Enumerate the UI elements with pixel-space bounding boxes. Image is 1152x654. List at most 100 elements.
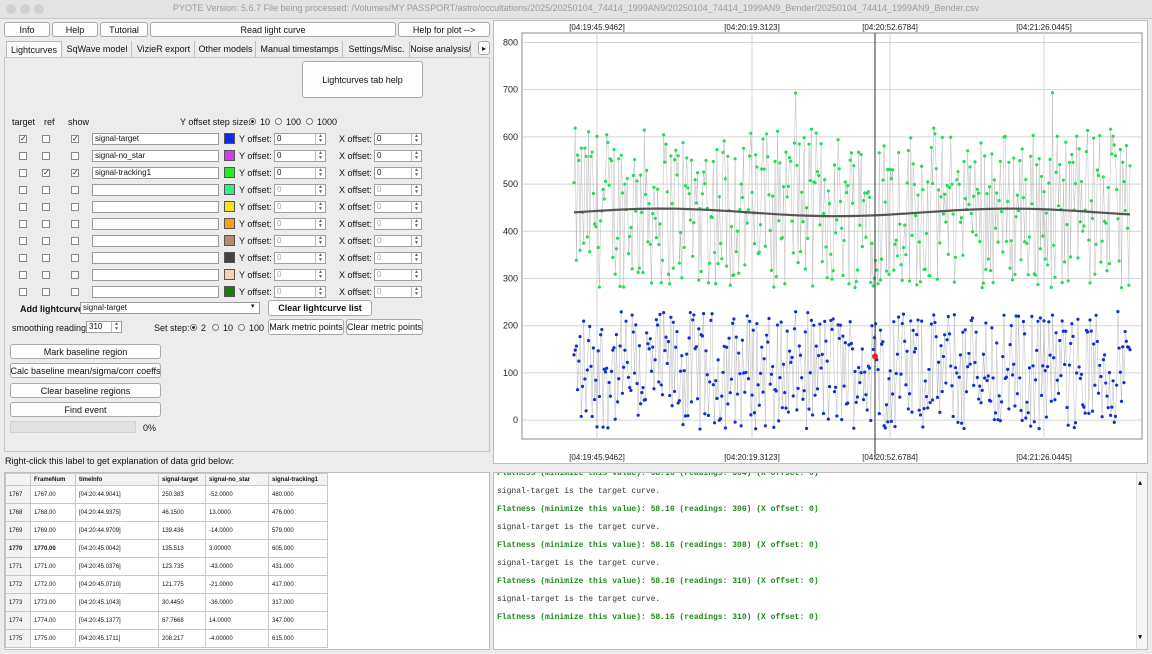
ref-checkbox[interactable] <box>42 271 50 279</box>
curve-color-swatch[interactable] <box>224 201 235 212</box>
stepper-arrows-icon[interactable]: ▲ ▼ <box>315 168 325 178</box>
x-offset-stepper[interactable]: 0 ▲ ▼ <box>374 184 422 196</box>
tabs-scroll-right-button[interactable]: ▸ <box>478 41 490 55</box>
mark-metric-points-button[interactable]: Mark metric points <box>268 319 344 335</box>
tab-manual-timestamps[interactable]: Manual timestamps <box>257 41 343 57</box>
stepper-arrows-icon[interactable]: ▲ ▼ <box>411 236 421 246</box>
stepper-arrows-icon[interactable]: ▲ ▼ <box>315 287 325 297</box>
stepper-arrows-icon[interactable]: ▲ ▼ <box>411 253 421 263</box>
stepper-arrows-icon[interactable]: ▲ ▼ <box>411 287 421 297</box>
grid-column-header[interactable]: timeInfo <box>75 473 159 486</box>
tab-other-models[interactable]: Other models <box>196 41 256 57</box>
curve-name-field[interactable] <box>92 201 219 213</box>
grid-cell[interactable]: 1775.00 <box>30 629 76 648</box>
tab-vizier-export[interactable]: VizieR export <box>133 41 195 57</box>
target-checkbox[interactable] <box>19 271 27 279</box>
ref-checkbox[interactable] <box>42 237 50 245</box>
table-row[interactable]: 1769 1769.00 [04:20:44.9709] 139.436 -14.000… <box>5 521 328 540</box>
stepper-arrows-icon[interactable]: ▲ ▼ <box>411 202 421 212</box>
y-offset-stepper[interactable]: 0 ▲ ▼ <box>274 150 326 162</box>
x-offset-stepper[interactable]: 0 ▲ ▼ <box>374 252 422 264</box>
grid-cell[interactable]: [04:20:44.9041] <box>75 485 159 504</box>
ref-checkbox[interactable] <box>42 220 50 228</box>
grid-cell[interactable]: 476.000 <box>268 503 328 522</box>
y-offset-stepper[interactable]: 0 ▲ ▼ <box>274 235 326 247</box>
show-checkbox[interactable] <box>71 220 79 228</box>
stepper-arrows-icon[interactable]: ▲ ▼ <box>315 219 325 229</box>
step-1000-radio[interactable] <box>306 118 313 125</box>
grid-cell[interactable]: [04:20:45.1377] <box>75 611 159 630</box>
grid-cell[interactable]: 317.000 <box>268 593 328 612</box>
grid-cell[interactable]: 208.217 <box>158 629 206 648</box>
grid-cell[interactable]: 605.000 <box>268 539 328 558</box>
info-button[interactable]: Info <box>4 22 50 37</box>
lightcurves-tab-help-button[interactable]: Lightcurves tab help <box>302 61 423 98</box>
target-checkbox[interactable] <box>19 152 27 160</box>
curve-name-field[interactable] <box>92 218 219 230</box>
grid-cell[interactable]: -14.0000 <box>205 521 269 540</box>
grid-column-header[interactable]: FrameNum <box>30 473 76 486</box>
stepper-arrows-icon[interactable]: ▲ ▼ <box>315 202 325 212</box>
grid-cell[interactable]: 139.436 <box>158 521 206 540</box>
grid-cell[interactable]: [04:20:45.1043] <box>75 593 159 612</box>
grid-cell[interactable]: 480.000 <box>268 485 328 504</box>
curve-name-field[interactable]: signal-no_star <box>92 150 219 162</box>
lightcurve-plot[interactable]: 0 100 200 300 400 500 600 700 800 [04:19:45.9462]… <box>494 21 1147 463</box>
step-10-radio[interactable] <box>249 118 256 125</box>
stepper-arrows-icon[interactable]: ▲ ▼ <box>315 185 325 195</box>
show-checkbox[interactable] <box>71 237 79 245</box>
tab-settings-misc[interactable]: Settings/Misc. <box>344 41 410 57</box>
grid-cell[interactable]: 3.00000 <box>205 539 269 558</box>
target-checkbox[interactable] <box>19 237 27 245</box>
x-offset-stepper[interactable]: 0 ▲ ▼ <box>374 167 422 179</box>
help-for-plot-button[interactable]: Help for plot --> <box>398 22 490 37</box>
stepper-arrows-icon[interactable]: ▲ ▼ <box>111 322 121 332</box>
grid-cell[interactable]: 431.000 <box>268 557 328 576</box>
x-offset-stepper[interactable]: 0 ▲ ▼ <box>374 218 422 230</box>
grid-cell[interactable]: 1770 <box>5 539 31 558</box>
clear-lightcurve-list-button[interactable]: Clear lightcurve list <box>268 300 372 316</box>
grid-cell[interactable]: [04:20:45.0710] <box>75 575 159 594</box>
table-row[interactable]: 1775 1775.00 [04:20:45.1711] 208.217 -4.0000… <box>5 629 328 648</box>
curve-name-field[interactable] <box>92 184 219 196</box>
stepper-arrows-icon[interactable]: ▲ ▼ <box>411 185 421 195</box>
curve-color-swatch[interactable] <box>224 184 235 195</box>
x-offset-stepper[interactable]: 0 ▲ ▼ <box>374 201 422 213</box>
ref-checkbox[interactable] <box>42 203 50 211</box>
x-offset-stepper[interactable]: 0 ▲ ▼ <box>374 133 422 145</box>
grid-cell[interactable]: 46.1500 <box>158 503 206 522</box>
table-row[interactable]: 1770 1770.00 [04:20:45.0042] 135.513 3.00000… <box>5 539 328 558</box>
stepper-arrows-icon[interactable]: ▲ ▼ <box>315 151 325 161</box>
grid-cell[interactable]: 14.0000 <box>205 611 269 630</box>
table-row[interactable]: 1768 1768.00 [04:20:44.9375] 46.1500 13.0000… <box>5 503 328 522</box>
y-offset-stepper[interactable]: 0 ▲ ▼ <box>274 218 326 230</box>
grid-cell[interactable]: 1774.00 <box>30 611 76 630</box>
grid-cell[interactable]: 1772.00 <box>30 575 76 594</box>
ref-checkbox[interactable]: ✓ <box>42 169 50 177</box>
target-checkbox[interactable]: ✓ <box>19 135 27 143</box>
tab-sqwave-model[interactable]: SqWave model <box>63 41 132 57</box>
curve-color-swatch[interactable] <box>224 218 235 229</box>
clear-metric-points-button[interactable]: Clear metric points <box>346 319 423 335</box>
grid-cell[interactable]: 67.7668 <box>158 611 206 630</box>
stepper-arrows-icon[interactable]: ▲ ▼ <box>315 270 325 280</box>
curve-color-swatch[interactable] <box>224 286 235 297</box>
curve-name-field[interactable] <box>92 252 219 264</box>
x-offset-stepper[interactable]: 0 ▲ ▼ <box>374 286 422 298</box>
y-offset-stepper[interactable]: 0 ▲ ▼ <box>274 133 326 145</box>
grid-cell[interactable]: 121.775 <box>158 575 206 594</box>
grid-cell[interactable]: 13.0000 <box>205 503 269 522</box>
target-checkbox[interactable] <box>19 203 27 211</box>
mark-baseline-region-button[interactable]: Mark baseline region <box>10 344 161 359</box>
curve-color-swatch[interactable] <box>224 167 235 178</box>
table-row[interactable]: 1772 1772.00 [04:20:45.0710] 121.775 -21.000… <box>5 575 328 594</box>
curve-color-swatch[interactable] <box>224 150 235 161</box>
grid-cell[interactable]: -43.0000 <box>205 557 269 576</box>
grid-cell[interactable]: 579.000 <box>268 521 328 540</box>
grid-cell[interactable]: 1769 <box>5 521 31 540</box>
target-checkbox[interactable] <box>19 220 27 228</box>
tab-noise-analysis[interactable]: Noise analysis/ <box>410 41 471 57</box>
grid-cell[interactable]: 347.000 <box>268 611 328 630</box>
grid-cell[interactable]: 1774 <box>5 611 31 630</box>
stepper-arrows-icon[interactable]: ▲ ▼ <box>315 134 325 144</box>
